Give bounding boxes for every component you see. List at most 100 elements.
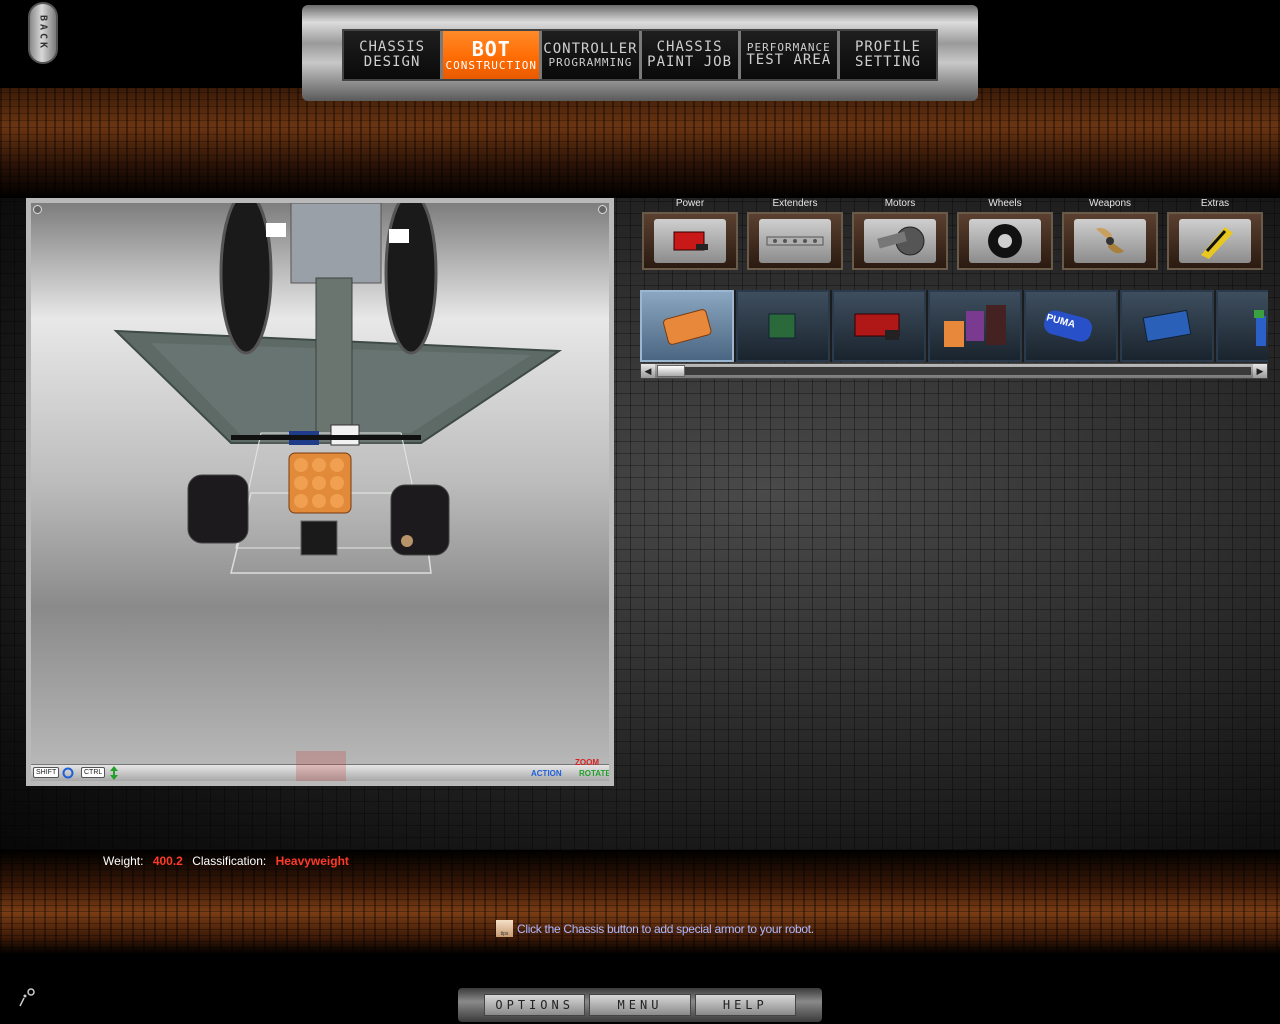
options-button[interactable]: OPTIONS (484, 994, 586, 1016)
part-item[interactable] (928, 290, 1022, 362)
weight-label: Weight: (103, 854, 144, 868)
category-label: Motors (884, 198, 916, 209)
category-label: Weapons (1088, 198, 1132, 209)
category-label: Extenders (772, 198, 818, 209)
parts-scrollbar[interactable]: ◀ ▶ (640, 363, 1268, 379)
part-category-tabs: Power Extenders Motors Wheels Weapons Ex… (640, 198, 1268, 272)
tab-label-line1: PROFILE (854, 39, 921, 56)
part-item[interactable] (736, 290, 830, 362)
bottom-menu: OPTIONS MENU HELP (458, 988, 822, 1022)
control-box (300, 520, 338, 556)
ctrl-key-badge: CTRL (81, 767, 106, 778)
robot-stats: Weight: 400.2 Classification: Heavyweigh… (103, 854, 355, 868)
scroll-right-arrow-icon[interactable]: ▶ (1253, 364, 1267, 378)
tab-label-line2: SETTING (854, 54, 921, 70)
tips-icon: tips (496, 920, 513, 937)
extender-bar-icon (766, 236, 824, 246)
parts-carousel: PUMA (640, 290, 1268, 362)
tips-icon-label: tips (500, 931, 509, 937)
red-battery-icon (854, 313, 900, 340)
rotate-icon (62, 767, 74, 779)
battery-pack (288, 452, 352, 514)
category-tile (1062, 212, 1158, 270)
motor-bracket-right (389, 229, 409, 243)
back-button[interactable]: BACK (28, 2, 58, 64)
category-extenders[interactable]: Extenders (745, 198, 845, 272)
category-label: Wheels (988, 198, 1022, 209)
zoom-label: ZOOM (575, 758, 599, 767)
tab-bot-construction[interactable]: BOT CONSTRUCTION (443, 31, 543, 79)
category-tile (1167, 212, 1263, 270)
extras-icon (1201, 227, 1233, 259)
tab-label-line2: TEST AREA (746, 52, 832, 69)
category-motors[interactable]: Motors (850, 198, 950, 272)
top-right-wheel (384, 203, 438, 355)
part-item[interactable] (1216, 290, 1268, 362)
blue-battery-icon (1142, 309, 1192, 343)
robot-model-render (113, 203, 563, 574)
tab-label-line2: PAINT JOB (647, 54, 733, 70)
motor-housing (290, 203, 382, 284)
scroll-track[interactable] (657, 367, 1251, 375)
category-tile (642, 212, 738, 270)
settings-indicator-icon (19, 988, 35, 1007)
part-item[interactable]: PUMA (1024, 290, 1118, 362)
tab-performance-test-area[interactable]: PERFORMANCE TEST AREA (740, 31, 840, 79)
battery-cluster-icon (944, 305, 1006, 347)
tab-label-line1: BOT (471, 36, 511, 61)
top-navigation-frame: CHASSIS DESIGN BOT CONSTRUCTION CONTROLL… (302, 5, 978, 101)
wheel-icon (988, 224, 1022, 258)
scroll-left-arrow-icon[interactable]: ◀ (641, 364, 655, 378)
menu-button[interactable]: MENU (589, 994, 691, 1016)
top-circuit-band (0, 88, 1280, 198)
bottom-right-wheel (390, 484, 450, 556)
rotate-label: ROTATE (579, 769, 611, 778)
tab-label-line2: DESIGN (363, 54, 421, 70)
bottom-left-wheel (187, 474, 249, 544)
axle-bar (231, 435, 421, 440)
classification-label: Classification: (192, 854, 267, 868)
tip-bar: tips Click the Chassis button to add spe… (496, 920, 814, 937)
top-navigation: CHASSIS DESIGN BOT CONSTRUCTION CONTROLL… (342, 29, 938, 81)
category-label: Power (675, 198, 705, 209)
weight-value: 400.2 (152, 854, 183, 868)
battery-icon (673, 231, 708, 251)
robot-3d-viewport[interactable]: SHIFT CTRL ACTION ZOOM ROTATE (26, 198, 614, 786)
motor-bracket-left (266, 223, 286, 237)
tip-text: Click the Chassis button to add special … (517, 921, 814, 936)
classification-value: Heavyweight (275, 854, 349, 868)
category-power[interactable]: Power (640, 198, 740, 272)
category-tile (747, 212, 843, 270)
tab-label-line1: CHASSIS (656, 39, 723, 56)
shift-key-badge: SHIFT (33, 767, 60, 778)
tab-controller-programming[interactable]: CONTROLLER PROGRAMMING (542, 31, 642, 79)
category-label: Extras (1200, 198, 1230, 209)
back-button-label: BACK (37, 14, 49, 52)
tab-label-line1: CONTROLLER (543, 40, 638, 57)
tab-profile-setting[interactable]: PROFILE SETTING (839, 31, 937, 79)
tab-chassis-design[interactable]: CHASSIS DESIGN (344, 31, 444, 79)
viewport-center-tab[interactable] (296, 751, 346, 781)
category-tile (957, 212, 1053, 270)
help-button[interactable]: HELP (694, 994, 796, 1016)
move-vertical-icon (110, 766, 118, 780)
scroll-thumb[interactable] (657, 365, 685, 377)
blade-icon (1096, 227, 1124, 254)
tab-label-line1: CHASSIS (359, 39, 426, 56)
category-wheels[interactable]: Wheels (955, 198, 1055, 272)
category-weapons[interactable]: Weapons (1060, 198, 1160, 272)
battery-pack-icon (663, 309, 712, 345)
top-left-wheel (219, 203, 273, 355)
gear-part (401, 535, 413, 547)
tab-label-line2: PROGRAMMING (548, 55, 633, 69)
part-item[interactable] (1120, 290, 1214, 362)
motor-icon (877, 226, 925, 256)
viewport-control-bar: SHIFT CTRL ACTION ZOOM ROTATE (31, 751, 611, 781)
tab-chassis-paint-job[interactable]: CHASSIS PAINT JOB (641, 31, 741, 79)
part-item[interactable] (832, 290, 926, 362)
partial-part-icon (1254, 310, 1266, 346)
weapon-shaft (315, 277, 353, 439)
category-extras[interactable]: Extras (1165, 198, 1265, 272)
part-item[interactable] (640, 290, 734, 362)
tab-label-line2: CONSTRUCTION (445, 58, 537, 72)
